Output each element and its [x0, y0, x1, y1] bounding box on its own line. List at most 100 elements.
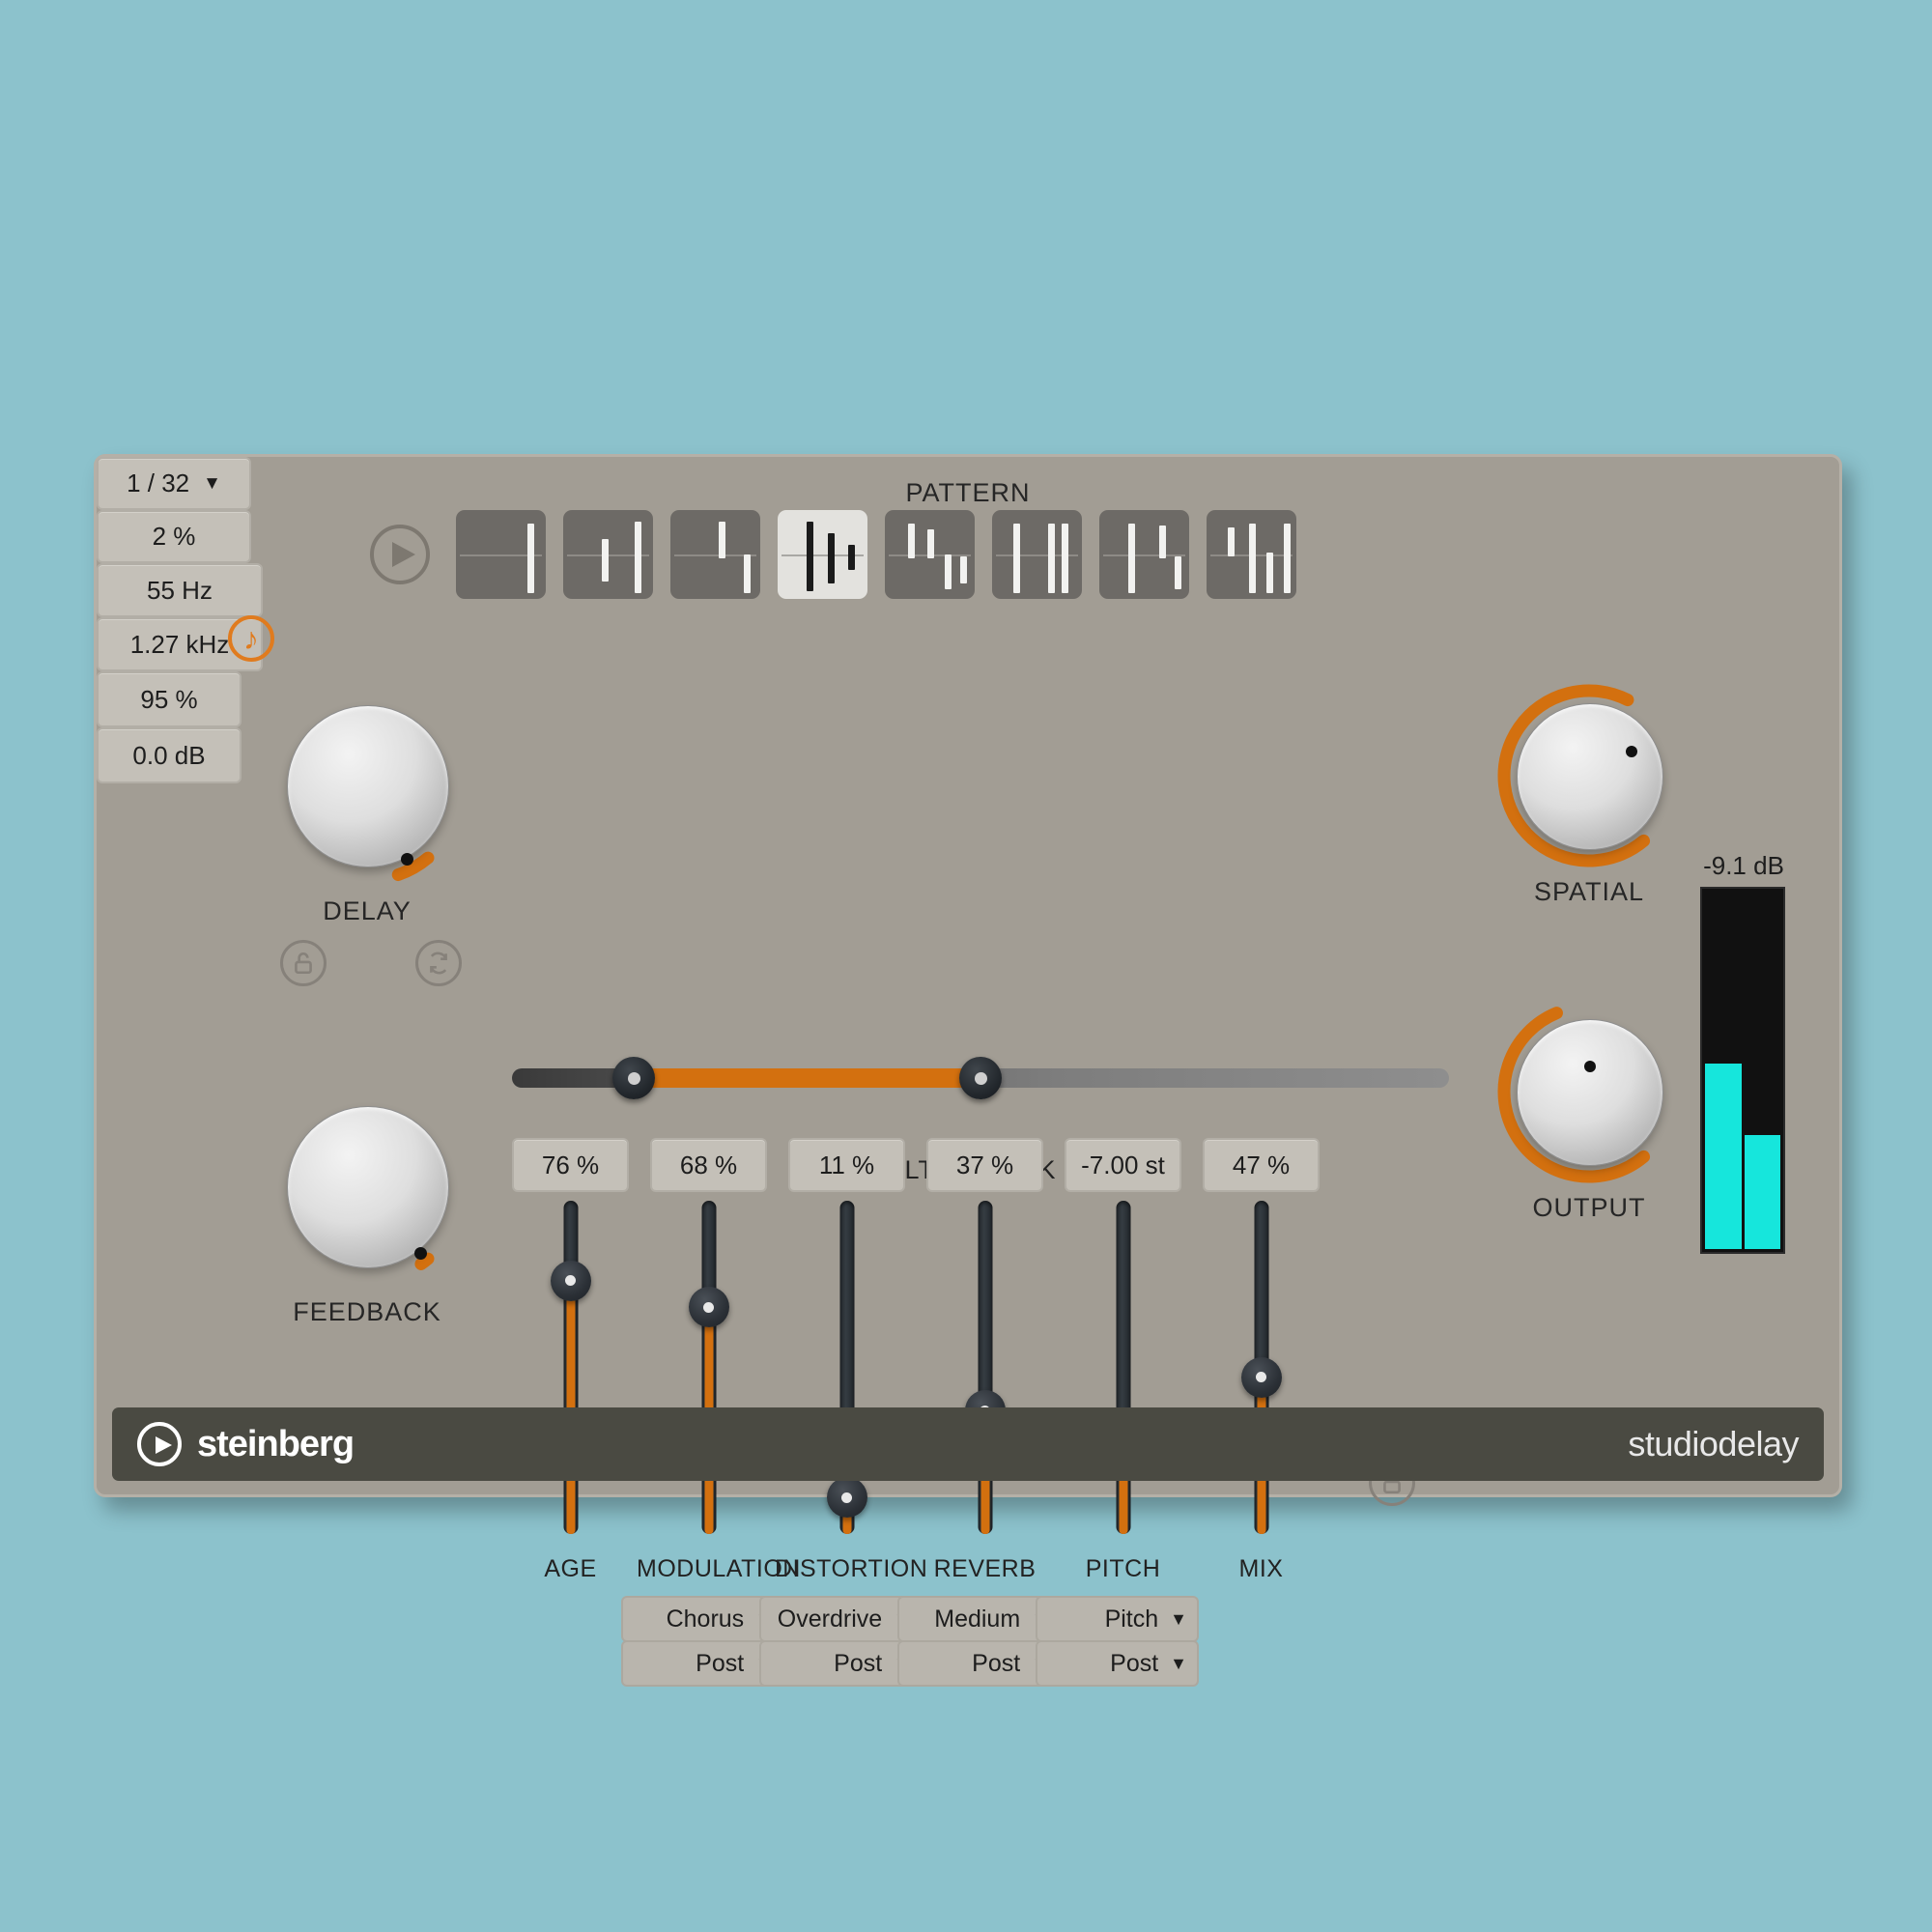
output-meter: [1700, 887, 1785, 1254]
output-knob-indicator: [1584, 1060, 1597, 1072]
reverb-position-value: Post: [972, 1649, 1021, 1677]
meter-peak-value: -9.1 dB: [1703, 851, 1784, 880]
delay-knob[interactable]: [266, 684, 469, 887]
output-knob[interactable]: [1497, 1000, 1681, 1183]
pattern-bar: [960, 556, 967, 583]
product-name: studiodelay: [1628, 1424, 1799, 1463]
pitch-slider[interactable]: [1065, 1201, 1181, 1534]
chevron-down-icon: ▼: [1170, 1653, 1187, 1673]
pattern-button-5[interactable]: [885, 510, 975, 599]
pattern-play-button[interactable]: [370, 525, 430, 584]
brand-name: steinberg: [197, 1423, 355, 1464]
pattern-button-6[interactable]: [992, 510, 1082, 599]
plugin-window: PATTERN ♪ 1 / 32 ▼ DELAY 2 % FEEDBACK 55…: [94, 454, 1842, 1687]
meter-channel-right: [1744, 1134, 1780, 1249]
pattern-button-4[interactable]: [778, 510, 867, 599]
pattern-bar: [1048, 524, 1055, 593]
distortion-type-value: Overdrive: [777, 1605, 883, 1633]
pattern-bar: [1266, 553, 1273, 593]
meter-channel-left: [1705, 1063, 1742, 1249]
pattern-bar: [1175, 556, 1181, 589]
pattern-bar: [807, 522, 813, 591]
pattern-button-2[interactable]: [563, 510, 653, 599]
feedback-knob[interactable]: [266, 1085, 469, 1288]
lock-open-icon[interactable]: [280, 940, 327, 986]
pitch-value-field[interactable]: -7.00 st: [1065, 1138, 1181, 1192]
age-value-field[interactable]: 76 %: [512, 1138, 629, 1192]
pattern-axis-line: [1103, 554, 1185, 556]
age-slider-handle[interactable]: [550, 1260, 591, 1301]
pitch-type-value: Pitch: [1104, 1605, 1159, 1633]
modulation-value-field[interactable]: 68 %: [650, 1138, 767, 1192]
pattern-bar: [1249, 524, 1256, 593]
steinberg-logo-icon: [137, 1422, 182, 1466]
pattern-bar: [1128, 524, 1135, 593]
pattern-bar: [527, 524, 534, 593]
distortion-slider-label: DISTORTION: [775, 1555, 928, 1582]
pattern-bar: [1062, 524, 1068, 593]
filter-low-value[interactable]: 55 Hz: [97, 563, 263, 617]
pattern-bar: [828, 533, 835, 583]
spatial-knob[interactable]: [1497, 684, 1681, 867]
filter-bank-low-handle[interactable]: [612, 1057, 656, 1099]
pitch-type-dropdown[interactable]: Pitch ▼: [1036, 1596, 1199, 1642]
modulation-slider-handle[interactable]: [688, 1287, 729, 1328]
reverb-type-value: Medium: [934, 1605, 1021, 1633]
feedback-value-field[interactable]: 2 %: [97, 510, 251, 563]
mix-slider-handle[interactable]: [1240, 1356, 1282, 1398]
pitch-position-value: Post: [1110, 1649, 1159, 1677]
filter-bank-range: [634, 1068, 980, 1088]
pattern-button-7[interactable]: [1099, 510, 1189, 599]
age-slider[interactable]: [512, 1201, 629, 1534]
pattern-button-1[interactable]: [456, 510, 546, 599]
chevron-down-icon: ▼: [1170, 1608, 1187, 1629]
play-icon: [392, 542, 415, 567]
output-label: OUTPUT: [1532, 1193, 1646, 1222]
note-icon[interactable]: ♪: [228, 615, 274, 662]
pattern-button-row: [456, 510, 1296, 599]
reverb-slider[interactable]: [926, 1201, 1043, 1534]
pattern-bar: [1013, 524, 1020, 593]
pattern-bar: [945, 554, 952, 589]
spatial-knob-indicator: [1626, 746, 1638, 758]
footer-bar: steinberg studiodelay: [112, 1407, 1824, 1481]
pitch-position-dropdown[interactable]: Post ▼: [1036, 1640, 1199, 1687]
pattern-bar: [1159, 526, 1166, 558]
pattern-bar: [719, 522, 725, 558]
mix-slider-label: MIX: [1238, 1555, 1284, 1582]
modulation-type-value: Chorus: [666, 1605, 745, 1633]
modulation-slider[interactable]: [650, 1201, 767, 1534]
distortion-slider-handle[interactable]: [826, 1477, 867, 1519]
brand-logo-group: steinberg: [137, 1422, 355, 1466]
delay-label: DELAY: [323, 896, 412, 925]
pattern-bar: [1284, 524, 1291, 593]
distortion-value-field[interactable]: 11 %: [788, 1138, 905, 1192]
pitch-slider-label: PITCH: [1085, 1555, 1161, 1582]
pattern-bar: [848, 545, 855, 570]
refresh-icon[interactable]: [415, 940, 462, 986]
reverb-slider-label: REVERB: [933, 1555, 1037, 1582]
filter-bank-slider[interactable]: [512, 1057, 1449, 1099]
distortion-position-value: Post: [834, 1649, 883, 1677]
spatial-label: SPATIAL: [1533, 877, 1645, 906]
distortion-slider[interactable]: [788, 1201, 905, 1534]
feedback-label: FEEDBACK: [293, 1297, 441, 1326]
pattern-button-3[interactable]: [670, 510, 760, 599]
mix-slider[interactable]: [1203, 1201, 1320, 1534]
mix-value-field[interactable]: 47 %: [1203, 1138, 1320, 1192]
pattern-bar: [908, 524, 915, 558]
modulation-slider-label: MODULATION: [637, 1555, 801, 1582]
pattern-bar: [1228, 527, 1235, 556]
pattern-bar: [744, 554, 751, 593]
filter-bank-high-handle[interactable]: [959, 1057, 1002, 1099]
pattern-bar: [635, 522, 641, 593]
pattern-bar: [927, 529, 934, 558]
pattern-button-8[interactable]: [1207, 510, 1296, 599]
pattern-section-title: PATTERN: [905, 478, 1031, 507]
spatial-value-field[interactable]: 95 %: [97, 671, 242, 727]
reverb-value-field[interactable]: 37 %: [926, 1138, 1043, 1192]
modulation-position-value: Post: [696, 1649, 745, 1677]
output-value-field[interactable]: 0.0 dB: [97, 727, 242, 783]
feedback-knob-indicator: [413, 1247, 427, 1261]
age-slider-label: AGE: [544, 1555, 597, 1582]
